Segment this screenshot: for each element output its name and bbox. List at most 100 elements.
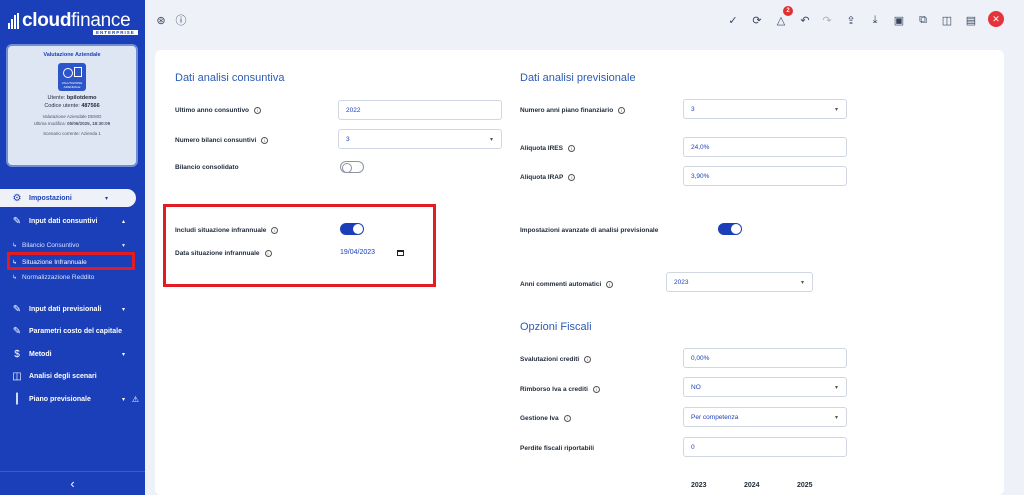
save-icon[interactable]: ▣ xyxy=(891,12,907,28)
subitem-arrow-icon: ↳ xyxy=(12,274,18,281)
bilancio-consolidato-toggle[interactable] xyxy=(340,161,364,173)
download-icon[interactable]: ⤓ xyxy=(867,12,883,28)
split-view-icon[interactable]: ◫ xyxy=(939,12,955,28)
copy-icon[interactable]: ⧉ xyxy=(915,12,931,28)
chevron-down-icon: ▾ xyxy=(121,242,125,249)
sidebar-item-analisi-scenari[interactable]: ◫ Analisi degli scenari xyxy=(0,367,145,385)
logo-tagline: ENTERPRISE xyxy=(93,30,138,35)
gestione-iva-select[interactable]: Per competenza ▾ xyxy=(683,407,847,427)
label-impostazioni-avanzate: Impostazioni avanzate di analisi previsi… xyxy=(520,226,659,234)
undo-icon[interactable]: ↶ xyxy=(797,12,813,28)
label-bilancio-consolidato: Bilancio consolidato xyxy=(175,163,239,171)
chevron-down-icon: ▾ xyxy=(489,136,493,143)
sidebar-collapse-button[interactable]: ‹ xyxy=(0,471,145,495)
sidebar-item-impostazioni[interactable]: ⚙ Impostazioni ▾ xyxy=(0,189,136,207)
label-ultimo-anno: Ultimo anno consuntivo i xyxy=(175,100,262,120)
help-icon[interactable]: ⓘ xyxy=(173,12,189,28)
bar-chart-icon: ┃ xyxy=(13,393,21,405)
ires-input[interactable]: 24,0% xyxy=(683,137,847,157)
valutazione-aziendale-icon: VALUTAZIONE AZIENDALE xyxy=(58,63,86,91)
chevron-down-icon: ▾ xyxy=(121,306,125,313)
info-icon: i xyxy=(606,280,614,288)
anni-commenti-select[interactable]: 2023 ▾ xyxy=(666,272,813,292)
section-title-fiscali: Opzioni Fiscali xyxy=(520,321,592,333)
columns-icon: ◫ xyxy=(12,370,22,382)
sidebar-item-metodi[interactable]: $ Metodi ▾ xyxy=(0,345,145,363)
section-title-consuntiva: Dati analisi consuntiva xyxy=(175,72,285,84)
rimborso-iva-select[interactable]: NO ▾ xyxy=(683,377,847,397)
chevron-down-icon: ▾ xyxy=(800,279,804,286)
chevron-down-icon: ▾ xyxy=(834,106,838,113)
sidebar: cloudfinance ENTERPRISE Valutazione Azie… xyxy=(0,0,145,495)
top-toolbar: ⊛ ⓘ ✓ ⟳ △ 2 ↶ ↷ ⇪ ⤓ ▣ ⧉ ◫ ▤ ✕ xyxy=(145,0,1024,40)
label-rimborso-iva: Rimborso Iva a crediti i xyxy=(520,379,600,399)
refresh-icon[interactable]: ⟳ xyxy=(749,12,765,28)
edit-icon: ✎ xyxy=(12,325,22,337)
label-anni-commenti: Anni commenti automatici i xyxy=(520,274,614,294)
year-header: 2023 xyxy=(691,482,707,489)
sidebar-item-input-previsionali[interactable]: ✎ Input dati previsionali ▾ xyxy=(0,300,145,318)
info-icon: i xyxy=(584,355,592,363)
chevron-down-icon: ▾ xyxy=(834,384,838,391)
label-perdite-fiscali: Perdite fiscali riportabili xyxy=(520,444,595,452)
redo-icon[interactable]: ↷ xyxy=(819,12,835,28)
svalutazioni-input[interactable]: 0,00% xyxy=(683,348,847,368)
info-icon: i xyxy=(254,106,262,114)
label-numero-anni: Numero anni piano finanziario i xyxy=(520,100,626,120)
close-button[interactable]: ✕ xyxy=(988,11,1004,27)
alerts-count-badge: 2 xyxy=(783,6,793,16)
user-line: Utente: bpilotdemo xyxy=(47,95,97,101)
chevron-left-icon: ‹ xyxy=(70,476,75,491)
logo-bars-icon xyxy=(8,13,19,29)
label-irap: Aliquota IRAP i xyxy=(520,167,576,187)
company-card: Valutazione Aziendale VALUTAZIONE AZIEND… xyxy=(6,44,138,167)
label-gestione-iva: Gestione Iva i xyxy=(520,408,571,428)
chevron-down-icon: ▾ xyxy=(121,351,125,358)
perdite-fiscali-input[interactable]: 0 xyxy=(683,437,847,457)
label-svalutazioni: Svalutazioni crediti i xyxy=(520,349,592,369)
info-icon: i xyxy=(618,106,626,114)
ultimo-anno-input[interactable]: 2022 xyxy=(338,100,502,120)
settings-card: Dati analisi consuntiva Ultimo anno cons… xyxy=(155,50,1004,495)
year-header: 2024 xyxy=(744,482,760,489)
company-card-title: Valutazione Aziendale xyxy=(43,52,101,58)
warning-icon: ⚠ xyxy=(131,394,139,404)
sidebar-item-parametri-costo[interactable]: ✎ Parametri costo del capitale xyxy=(0,322,145,340)
edit-icon: ✎ xyxy=(12,303,22,315)
chevron-down-icon: ▾ xyxy=(834,414,838,421)
logo-wordmark: cloudfinance xyxy=(22,10,131,31)
layout-icon[interactable]: ▤ xyxy=(963,12,979,28)
chevron-down-icon: ▾ xyxy=(104,195,108,202)
user-code-line: Codice utente: 487566 xyxy=(44,102,100,109)
sidebar-subitem-bilancio-consuntivo[interactable]: ↳ Bilancio Consuntivo ▾ xyxy=(0,238,145,252)
chevron-down-icon: ▾ xyxy=(121,396,125,403)
sidebar-item-input-consuntivi[interactable]: ✎ Input dati consuntivi ▴ xyxy=(0,212,145,230)
chevron-up-icon: ▴ xyxy=(121,218,125,225)
info-icon: i xyxy=(563,414,571,422)
numero-anni-select[interactable]: 3 ▾ xyxy=(683,99,847,119)
info-icon: i xyxy=(567,144,575,152)
upload-icon[interactable]: ⇪ xyxy=(843,12,859,28)
label-ires: Aliquota IRES i xyxy=(520,138,575,158)
sidebar-subitem-normalizzazione-reddito[interactable]: ↳ Normalizzazione Reddito xyxy=(0,270,145,284)
subitem-arrow-icon: ↳ xyxy=(12,242,18,249)
sidebar-item-piano-previsionale[interactable]: ┃ Piano previsionale ▾ ⚠ xyxy=(0,390,145,408)
current-scenario: Scenario corrente: Azienda 1 xyxy=(43,131,101,136)
highlight-box-sidebar xyxy=(7,252,135,270)
label-numero-bilanci: Numero bilanci consuntivi i xyxy=(175,130,269,150)
support-icon[interactable]: ⊛ xyxy=(153,12,169,28)
info-icon: i xyxy=(568,173,576,181)
edit-icon: ✎ xyxy=(12,215,22,227)
last-modified: Ultima modifica: 05/06/2025, 18:30:09 xyxy=(33,120,111,126)
app-logo[interactable]: cloudfinance ENTERPRISE xyxy=(8,6,138,36)
impostazioni-avanzate-toggle[interactable] xyxy=(718,223,742,235)
dollar-icon: $ xyxy=(14,348,20,360)
numero-bilanci-select[interactable]: 3 ▾ xyxy=(338,129,502,149)
check-icon[interactable]: ✓ xyxy=(725,12,741,28)
year-header: 2025 xyxy=(797,482,813,489)
gear-icon: ⚙ xyxy=(12,192,22,204)
info-icon: i xyxy=(592,385,600,393)
section-title-previsionale: Dati analisi previsionale xyxy=(520,72,636,84)
irap-input[interactable]: 3,90% xyxy=(683,166,847,186)
info-icon: i xyxy=(261,136,269,144)
